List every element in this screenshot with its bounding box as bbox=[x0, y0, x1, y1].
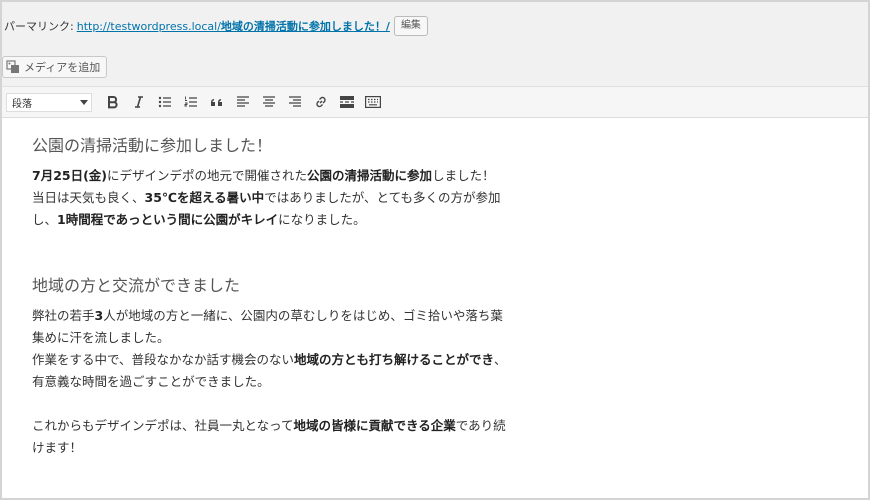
post-editor-screen: パーマリンク: http://testwordpress.local/地域の清掃… bbox=[0, 0, 870, 500]
bold-icon bbox=[108, 96, 118, 109]
read-more-icon bbox=[340, 96, 354, 108]
chevron-down-icon bbox=[80, 99, 88, 105]
post-content[interactable]: 公園の清掃活動に参加しました！ 7月25日(金)にデザインデポの地元で開催された… bbox=[32, 135, 512, 459]
permalink-url-slug: 地域の清掃活動に参加しました！/ bbox=[220, 20, 390, 33]
content-heading-1: 公園の清掃活動に参加しました！ bbox=[32, 136, 273, 155]
blockquote-button[interactable] bbox=[204, 90, 230, 114]
link-icon bbox=[316, 96, 326, 108]
align-left-button[interactable] bbox=[230, 90, 256, 114]
italic-button[interactable] bbox=[126, 90, 152, 114]
quote-icon bbox=[211, 99, 222, 106]
numbered-list-button[interactable] bbox=[178, 90, 204, 114]
paragraph-4: 作業をする中で、普段なかなか話す機会のない地域の方とも打ち解けることができ、有意… bbox=[32, 352, 507, 389]
media-icon bbox=[6, 60, 19, 73]
italic-icon bbox=[135, 96, 143, 108]
bold-button[interactable] bbox=[100, 90, 126, 114]
paragraph-3: 弊社の若手3人が地域の方と一緒に、公園内の草むしりをはじめ、ゴミ拾いや落ち葉集め… bbox=[32, 308, 503, 345]
permalink-row: パーマリンク: http://testwordpress.local/地域の清掃… bbox=[4, 15, 428, 37]
format-select-value: 段落 bbox=[12, 98, 32, 110]
add-media-button[interactable]: メディアを追加 bbox=[2, 56, 108, 78]
permalink-link[interactable]: http://testwordpress.local/地域の清掃活動に参加しまし… bbox=[77, 18, 390, 34]
paragraph-1: 7月25日(金)にデザインデポの地元で開催された公園の清掃活動に参加しました！ bbox=[32, 168, 495, 183]
align-center-button[interactable] bbox=[256, 90, 282, 114]
paragraph-2: 当日は天気も良く、35℃を超える暑い中ではありましたが、とても多くの方が参加し、… bbox=[32, 190, 501, 227]
align-center-icon bbox=[263, 96, 275, 107]
bullet-list-button[interactable] bbox=[152, 90, 178, 114]
permalink-url-base: http://testwordpress.local/ bbox=[76, 20, 221, 33]
toolbar-toggle-button[interactable] bbox=[360, 90, 386, 114]
editor-toolbar: 段落 bbox=[2, 87, 868, 118]
format-select[interactable]: 段落 bbox=[6, 92, 92, 112]
read-more-button[interactable] bbox=[334, 90, 360, 114]
bullet-list-icon bbox=[158, 96, 171, 108]
edit-permalink-button[interactable]: 編集 bbox=[393, 16, 428, 36]
paragraph-5: これからもデザインデポは、社員一丸となって地域の皆様に貢献できる企業であり続けま… bbox=[32, 418, 506, 455]
insert-link-button[interactable] bbox=[308, 90, 334, 114]
editor-area: 段落 公園の清掃活動に参加しました！ 7月25日(金)にデザインデポの地元で開催… bbox=[2, 86, 868, 498]
add-media-label: メディアを追加 bbox=[24, 61, 101, 74]
content-heading-2: 地域の方と交流ができました bbox=[32, 276, 241, 295]
align-right-button[interactable] bbox=[282, 90, 308, 114]
numbered-list-icon bbox=[184, 96, 197, 107]
align-right-icon bbox=[289, 96, 301, 107]
align-left-icon bbox=[237, 96, 249, 107]
permalink-label: パーマリンク: bbox=[4, 20, 74, 33]
keyboard-icon bbox=[365, 96, 381, 109]
